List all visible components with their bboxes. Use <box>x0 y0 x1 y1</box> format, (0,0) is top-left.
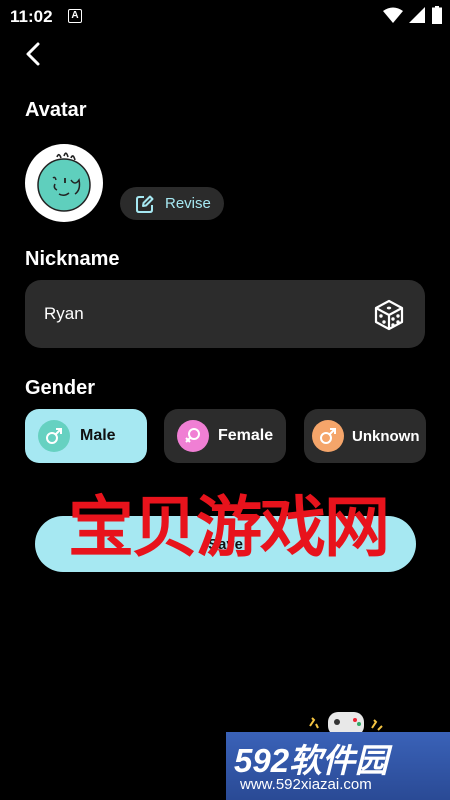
signal-icon <box>409 6 425 23</box>
male-icon <box>38 420 70 452</box>
status-time: 11:02 <box>10 7 53 26</box>
notification-badge: A <box>68 9 82 23</box>
female-icon <box>177 420 209 452</box>
site-watermark: 592软件园 www.592xiazai.com <box>226 732 450 800</box>
gender-option-unknown[interactable]: Unknown <box>304 409 426 463</box>
gender-option-male[interactable]: Male <box>25 409 147 463</box>
gender-label-male: Male <box>80 427 116 444</box>
status-icons <box>383 6 442 24</box>
wifi-icon <box>383 7 403 23</box>
unknown-gender-icon <box>312 420 344 452</box>
edit-icon <box>136 195 154 213</box>
gender-option-female[interactable]: Female <box>164 409 286 463</box>
avatar-title: Avatar <box>25 99 87 121</box>
watermark-site-url: www.592xiazai.com <box>240 776 372 793</box>
dice-icon <box>374 299 404 331</box>
chevron-left-icon <box>26 42 40 66</box>
back-button[interactable] <box>20 38 48 70</box>
revise-avatar-button[interactable]: Revise <box>120 187 224 220</box>
avatar[interactable] <box>25 144 103 222</box>
watermark-site-name: 592软件园 <box>234 742 389 779</box>
gender-title: Gender <box>25 377 96 399</box>
gender-label-female: Female <box>218 427 274 444</box>
random-nickname-button[interactable] <box>373 299 405 331</box>
watermark-overlay-text: 宝贝游戏网 <box>68 489 390 566</box>
revise-label: Revise <box>165 195 211 212</box>
nickname-title: Nickname <box>25 248 120 270</box>
nickname-input[interactable]: Ryan <box>44 304 84 324</box>
nickname-field[interactable]: Ryan <box>25 280 425 348</box>
gender-label-unknown: Unknown <box>352 427 420 445</box>
avatar-face-icon <box>37 152 91 212</box>
battery-icon <box>432 6 442 24</box>
status-bar: 11:02 A <box>0 0 450 32</box>
